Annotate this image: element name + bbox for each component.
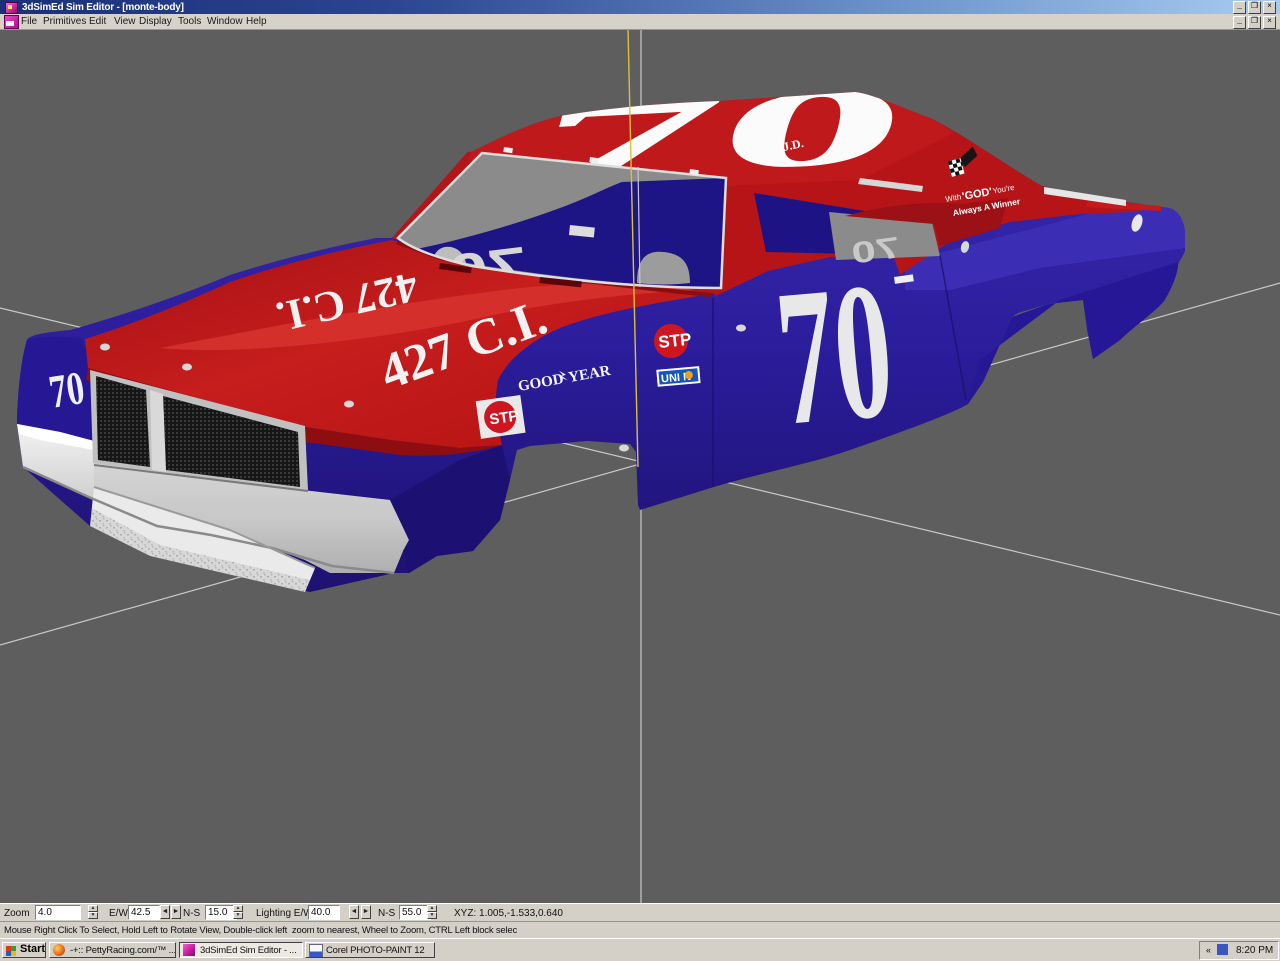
svg-text:70: 70 — [769, 242, 900, 466]
svg-text:STP: STP — [657, 330, 692, 352]
